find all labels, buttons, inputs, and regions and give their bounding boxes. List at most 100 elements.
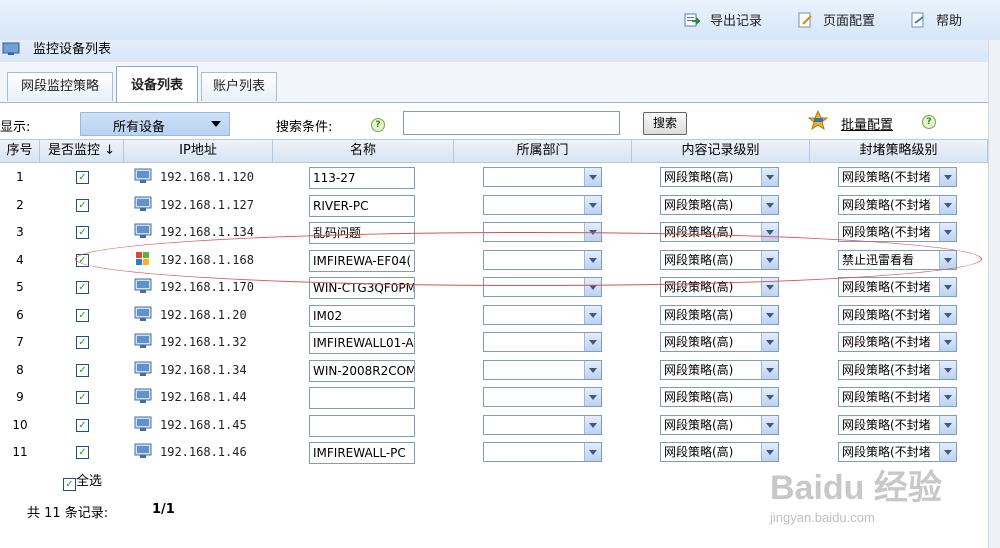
tab-device-list[interactable]: 设备列表 xyxy=(116,66,198,102)
department-select[interactable] xyxy=(483,415,602,435)
content-level-select[interactable]: 网段策略(高) xyxy=(660,305,779,325)
chevron-down-icon[interactable] xyxy=(939,223,956,241)
department-select[interactable] xyxy=(483,167,602,187)
block-level-select[interactable]: 网段策略(不封堵 xyxy=(838,305,957,325)
monitor-checkbox[interactable]: ✓ xyxy=(76,171,89,184)
content-level-select[interactable]: 网段策略(高) xyxy=(660,415,779,435)
block-level-select[interactable]: 网段策略(不封堵 xyxy=(838,195,957,215)
chevron-down-icon[interactable] xyxy=(939,361,956,379)
help-link[interactable]: 帮助 xyxy=(910,12,962,30)
device-filter-select[interactable]: 所有设备 xyxy=(80,112,230,136)
monitor-checkbox[interactable]: ✓ xyxy=(76,254,89,267)
department-select[interactable] xyxy=(483,277,602,297)
device-name-input[interactable]: IMFIREWALL01-A xyxy=(309,332,415,354)
device-name-input[interactable]: WIN-CTG3QF0PM xyxy=(309,277,415,299)
select-all[interactable]: ✓ 全选 xyxy=(63,470,102,491)
tab-segment-policy[interactable]: 网段监控策略 xyxy=(7,72,113,101)
device-name-input[interactable]: 113-27 xyxy=(309,167,415,189)
content-level-select[interactable]: 网段策略(高) xyxy=(660,195,779,215)
chevron-down-icon[interactable] xyxy=(584,196,601,214)
chevron-down-icon[interactable] xyxy=(584,416,601,434)
monitor-checkbox[interactable]: ✓ xyxy=(76,364,89,377)
chevron-down-icon[interactable] xyxy=(761,223,778,241)
chevron-down-icon[interactable] xyxy=(584,306,601,324)
monitor-checkbox[interactable]: ✓ xyxy=(76,226,89,239)
device-name-input[interactable] xyxy=(309,387,415,409)
chevron-down-icon[interactable] xyxy=(761,278,778,296)
export-records-link[interactable]: 导出记录 xyxy=(684,12,762,30)
department-select[interactable] xyxy=(483,195,602,215)
batch-config-link[interactable]: 批量配置 xyxy=(841,114,893,133)
vertical-scrollbar[interactable] xyxy=(988,40,1000,548)
block-level-select[interactable]: 网段策略(不封堵 xyxy=(838,332,957,352)
content-level-select[interactable]: 网段策略(高) xyxy=(660,387,779,407)
chevron-down-icon[interactable] xyxy=(761,306,778,324)
chevron-down-icon[interactable] xyxy=(584,443,601,461)
chevron-down-icon[interactable] xyxy=(584,251,601,269)
search-help-icon[interactable]: ? xyxy=(371,118,385,132)
department-select[interactable] xyxy=(483,222,602,242)
content-level-select[interactable]: 网段策略(高) xyxy=(660,277,779,297)
device-name-input[interactable]: 乱码问题 xyxy=(309,222,415,244)
device-name-input[interactable]: RIVER-PC xyxy=(309,195,415,217)
department-select[interactable] xyxy=(483,250,602,270)
chevron-down-icon[interactable] xyxy=(761,416,778,434)
chevron-down-icon[interactable] xyxy=(761,333,778,351)
department-select[interactable] xyxy=(483,387,602,407)
chevron-down-icon[interactable] xyxy=(761,361,778,379)
chevron-down-icon[interactable] xyxy=(939,306,956,324)
chevron-down-icon[interactable] xyxy=(584,361,601,379)
search-button[interactable]: 搜索 xyxy=(643,112,687,135)
content-level-select[interactable]: 网段策略(高) xyxy=(660,442,779,462)
batch-help-icon[interactable]: ? xyxy=(922,115,936,129)
tab-account-list[interactable]: 账户列表 xyxy=(201,72,277,101)
col-department[interactable]: 所属部门 xyxy=(454,140,632,162)
col-name[interactable]: 名称 xyxy=(273,140,454,162)
content-level-select[interactable]: 网段策略(高) xyxy=(660,332,779,352)
block-level-select[interactable]: 网段策略(不封堵 xyxy=(838,222,957,242)
chevron-down-icon[interactable] xyxy=(584,168,601,186)
chevron-down-icon[interactable] xyxy=(584,388,601,406)
content-level-select[interactable]: 网段策略(高) xyxy=(660,250,779,270)
monitor-checkbox[interactable]: ✓ xyxy=(76,309,89,322)
chevron-down-icon[interactable] xyxy=(939,333,956,351)
content-level-select[interactable]: 网段策略(高) xyxy=(660,360,779,380)
monitor-checkbox[interactable]: ✓ xyxy=(76,336,89,349)
monitor-checkbox[interactable]: ✓ xyxy=(76,446,89,459)
block-level-select[interactable]: 网段策略(不封堵 xyxy=(838,167,957,187)
chevron-down-icon[interactable] xyxy=(761,251,778,269)
chevron-down-icon[interactable] xyxy=(584,223,601,241)
block-level-select[interactable]: 禁止迅雷看看 xyxy=(838,250,957,270)
chevron-down-icon[interactable] xyxy=(939,388,956,406)
monitor-checkbox[interactable]: ✓ xyxy=(76,419,89,432)
chevron-down-icon[interactable] xyxy=(761,168,778,186)
chevron-down-icon[interactable] xyxy=(939,416,956,434)
page-config-link[interactable]: 页面配置 xyxy=(797,12,875,30)
monitor-checkbox[interactable]: ✓ xyxy=(76,391,89,404)
department-select[interactable] xyxy=(483,442,602,462)
content-level-select[interactable]: 网段策略(高) xyxy=(660,167,779,187)
department-select[interactable] xyxy=(483,305,602,325)
chevron-down-icon[interactable] xyxy=(939,251,956,269)
chevron-down-icon[interactable] xyxy=(939,168,956,186)
block-level-select[interactable]: 网段策略(不封堵 xyxy=(838,360,957,380)
col-content-level[interactable]: 内容记录级别 xyxy=(632,140,810,162)
chevron-down-icon[interactable] xyxy=(761,388,778,406)
device-name-input[interactable]: IM02 xyxy=(309,305,415,327)
monitor-checkbox[interactable]: ✓ xyxy=(76,281,89,294)
department-select[interactable] xyxy=(483,332,602,352)
col-block-level[interactable]: 封堵策略级别 xyxy=(810,140,988,162)
chevron-down-icon[interactable] xyxy=(584,278,601,296)
block-level-select[interactable]: 网段策略(不封堵 xyxy=(838,415,957,435)
device-name-input[interactable]: IMFIREWALL-PC xyxy=(309,442,415,464)
chevron-down-icon[interactable] xyxy=(761,443,778,461)
chevron-down-icon[interactable] xyxy=(761,196,778,214)
content-level-select[interactable]: 网段策略(高) xyxy=(660,222,779,242)
block-level-select[interactable]: 网段策略(不封堵 xyxy=(838,277,957,297)
device-name-input[interactable]: WIN-2008R2COM xyxy=(309,360,415,382)
search-input[interactable] xyxy=(403,111,620,135)
block-level-select[interactable]: 网段策略(不封堵 xyxy=(838,387,957,407)
select-all-checkbox[interactable]: ✓ xyxy=(63,478,76,491)
block-level-select[interactable]: 网段策略(不封堵 xyxy=(838,442,957,462)
monitor-checkbox[interactable]: ✓ xyxy=(76,199,89,212)
